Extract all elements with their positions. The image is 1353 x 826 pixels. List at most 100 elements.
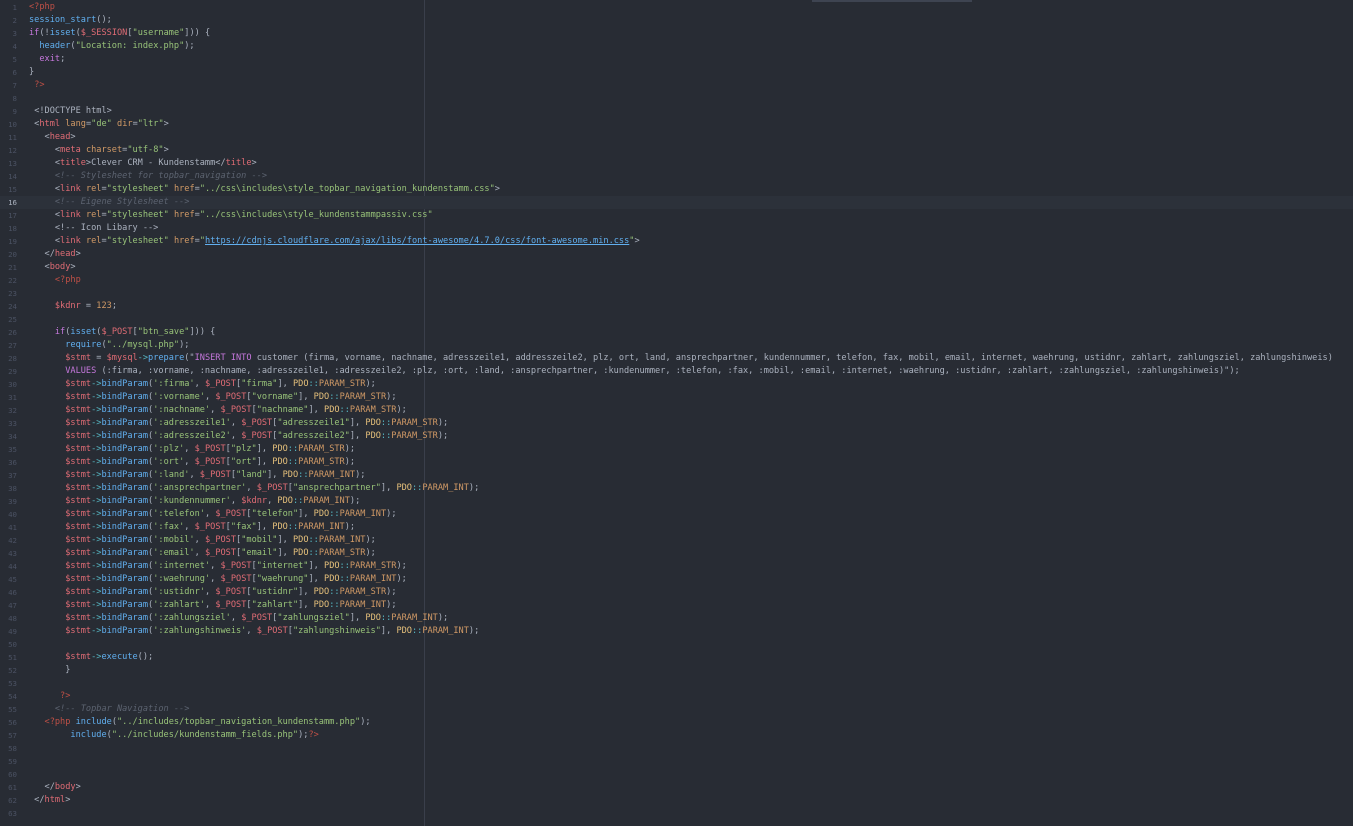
code-line[interactable]: 17 <link rel="stylesheet" href="../css\i… xyxy=(0,209,1353,222)
code-line[interactable]: 35 $stmt->bindParam(':plz', $_POST["plz"… xyxy=(0,443,1353,456)
code-line[interactable]: 48 $stmt->bindParam(':zahlungsziel', $_P… xyxy=(0,612,1353,625)
code-token: } xyxy=(29,665,71,675)
code-line[interactable]: 28 $stmt = $mysql->prepare("INSERT INTO … xyxy=(0,352,1353,365)
code-line[interactable]: 51 $stmt->execute(); xyxy=(0,651,1353,664)
code-line[interactable]: 46 $stmt->bindParam(':ustidnr', $_POST["… xyxy=(0,586,1353,599)
code-line[interactable]: 9 <!DOCTYPE html> xyxy=(0,105,1353,118)
code-line[interactable]: 43 $stmt->bindParam(':email', $_POST["em… xyxy=(0,547,1353,560)
code-line[interactable]: 2 session_start(); xyxy=(0,14,1353,27)
code-line[interactable]: 33 $stmt->bindParam(':adresszeile1', $_P… xyxy=(0,417,1353,430)
code-token: bindParam xyxy=(101,405,149,415)
code-line[interactable]: 26 if(isset($_POST["btn_save"])) { xyxy=(0,326,1353,339)
code-line[interactable]: 40 $stmt->bindParam(':telefon', $_POST["… xyxy=(0,508,1353,521)
code-line[interactable]: 36 $stmt->bindParam(':ort', $_POST["ort"… xyxy=(0,456,1353,469)
code-line[interactable]: 62 </html> xyxy=(0,794,1353,807)
code-line[interactable]: 1 <?php xyxy=(0,1,1353,14)
code-line[interactable]: 53 xyxy=(0,677,1353,690)
code-line[interactable]: 60 xyxy=(0,768,1353,781)
code-line[interactable]: 25 xyxy=(0,313,1353,326)
code-line[interactable]: 44 $stmt->bindParam(':internet', $_POST[… xyxy=(0,560,1353,573)
code-token: > xyxy=(70,262,76,272)
code-token: bindParam xyxy=(101,522,149,532)
code-line[interactable]: 24 $kdnr = 123; xyxy=(0,300,1353,313)
code-token: "zahlungsziel" xyxy=(277,613,350,623)
code-token: link xyxy=(60,184,81,194)
code-line[interactable]: 16 <!-- Eigene Stylesheet --> xyxy=(0,196,1353,209)
code-line[interactable]: 27 require("../mysql.php"); xyxy=(0,339,1353,352)
code-line[interactable]: 3 if(!isset($_SESSION["username"])) { xyxy=(0,27,1353,40)
code-line[interactable]: 49 $stmt->bindParam(':zahlungshinweis', … xyxy=(0,625,1353,638)
code-token: ])) { xyxy=(189,327,216,337)
code-line[interactable]: 57 include("../includes/kundenstamm_fiel… xyxy=(0,729,1353,742)
code-token: , xyxy=(184,457,195,467)
code-line[interactable]: 45 $stmt->bindParam(':waehrung', $_POST[… xyxy=(0,573,1353,586)
code-line[interactable]: 30 $stmt->bindParam(':firma', $_POST["fi… xyxy=(0,378,1353,391)
code-line[interactable]: 11 <head> xyxy=(0,131,1353,144)
code-token: , xyxy=(210,574,221,584)
code-line[interactable]: 10 <html lang="de" dir="ltr"> xyxy=(0,118,1353,131)
code-text: <meta charset="utf-8"> xyxy=(29,144,169,157)
code-line[interactable]: 23 xyxy=(0,287,1353,300)
code-line[interactable]: 52 } xyxy=(0,664,1353,677)
code-line[interactable]: 32 $stmt->bindParam(':nachname', $_POST[… xyxy=(0,404,1353,417)
code-token: ], xyxy=(380,483,397,493)
code-line[interactable]: 55 <!-- Topbar Navigation --> xyxy=(0,703,1353,716)
line-number: 59 xyxy=(8,757,17,766)
code-line[interactable]: 31 $stmt->bindParam(':vorname', $_POST["… xyxy=(0,391,1353,404)
code-line[interactable]: 61 </body> xyxy=(0,781,1353,794)
code-line[interactable]: 42 $stmt->bindParam(':mobil', $_POST["mo… xyxy=(0,534,1353,547)
code-token: ':zahlungsziel' xyxy=(153,613,231,623)
code-line[interactable]: 47 $stmt->bindParam(':zahlart', $_POST["… xyxy=(0,599,1353,612)
code-line[interactable]: 63 xyxy=(0,807,1353,820)
code-line[interactable]: 41 $stmt->bindParam(':fax', $_POST["fax"… xyxy=(0,521,1353,534)
code-token: if xyxy=(54,327,66,337)
code-line[interactable]: 6} xyxy=(0,66,1353,79)
code-token: PARAM_INT xyxy=(339,600,387,610)
code-line[interactable]: 18 <!-- Icon Libary --> xyxy=(0,222,1353,235)
code-line[interactable]: 8 xyxy=(0,92,1353,105)
code-text: ?> xyxy=(29,690,70,703)
code-token: rel xyxy=(85,236,102,246)
code-line[interactable]: 34 $stmt->bindParam(':adresszeile2', $_P… xyxy=(0,430,1353,443)
code-token: $stmt xyxy=(65,379,92,389)
code-token: bindParam xyxy=(101,392,149,402)
code-line[interactable]: 38 $stmt->bindParam(':ansprechpartner', … xyxy=(0,482,1353,495)
code-token: title xyxy=(225,158,252,168)
code-line[interactable]: 15 <link rel="stylesheet" href="../css\i… xyxy=(0,183,1353,196)
code-token: < xyxy=(29,132,50,142)
code-line[interactable]: 29 VALUES (:firma, :vorname, :nachname, … xyxy=(0,365,1353,378)
code-line[interactable]: 39 $stmt->bindParam(':kundennummer', $kd… xyxy=(0,495,1353,508)
code-text: require("../mysql.php"); xyxy=(29,339,189,352)
code-line[interactable]: 50 xyxy=(0,638,1353,651)
code-line[interactable]: 54 ?> xyxy=(0,690,1353,703)
code-line[interactable]: 59 xyxy=(0,755,1353,768)
code-area[interactable]: 1 <?php 2 session_start(); 3 if(!isset($_SESS… xyxy=(0,1,1353,820)
code-token: $_POST xyxy=(215,509,247,519)
code-line[interactable]: 37 $stmt->bindParam(':land', $_POST["lan… xyxy=(0,469,1353,482)
code-line[interactable]: 58 xyxy=(0,742,1353,755)
code-token: https://cdnjs.cloudflare.com/ajax/libs/f… xyxy=(205,236,630,246)
code-line[interactable]: 56 <?php include("../includes/topbar_nav… xyxy=(0,716,1353,729)
code-line[interactable]: 4 header("Location: index.php"); xyxy=(0,40,1353,53)
code-line[interactable]: 14 <!-- Stylesheet for topbar_navigation… xyxy=(0,170,1353,183)
code-text: ?> xyxy=(29,79,45,92)
code-line[interactable]: 5 exit; xyxy=(0,53,1353,66)
code-line[interactable]: 22 <?php xyxy=(0,274,1353,287)
code-editor[interactable]: 1 <?php 2 session_start(); 3 if(!isset($_SESS… xyxy=(0,0,1353,826)
code-line[interactable]: 19 <link rel="stylesheet" href="https://… xyxy=(0,235,1353,248)
code-token: , xyxy=(189,470,200,480)
code-token: title xyxy=(60,158,86,168)
code-line[interactable]: 12 <meta charset="utf-8"> xyxy=(0,144,1353,157)
code-line[interactable]: 13 <title>Clever CRM - Kundenstamm</titl… xyxy=(0,157,1353,170)
code-token: ; xyxy=(60,54,66,64)
code-line[interactable]: 7 ?> xyxy=(0,79,1353,92)
code-token: PDO xyxy=(365,431,381,441)
code-token: ?> xyxy=(34,80,45,90)
code-token: (); xyxy=(96,15,112,25)
code-line[interactable]: 21 <body> xyxy=(0,261,1353,274)
code-token: "nachname" xyxy=(256,405,309,415)
code-line[interactable]: 20 </head> xyxy=(0,248,1353,261)
